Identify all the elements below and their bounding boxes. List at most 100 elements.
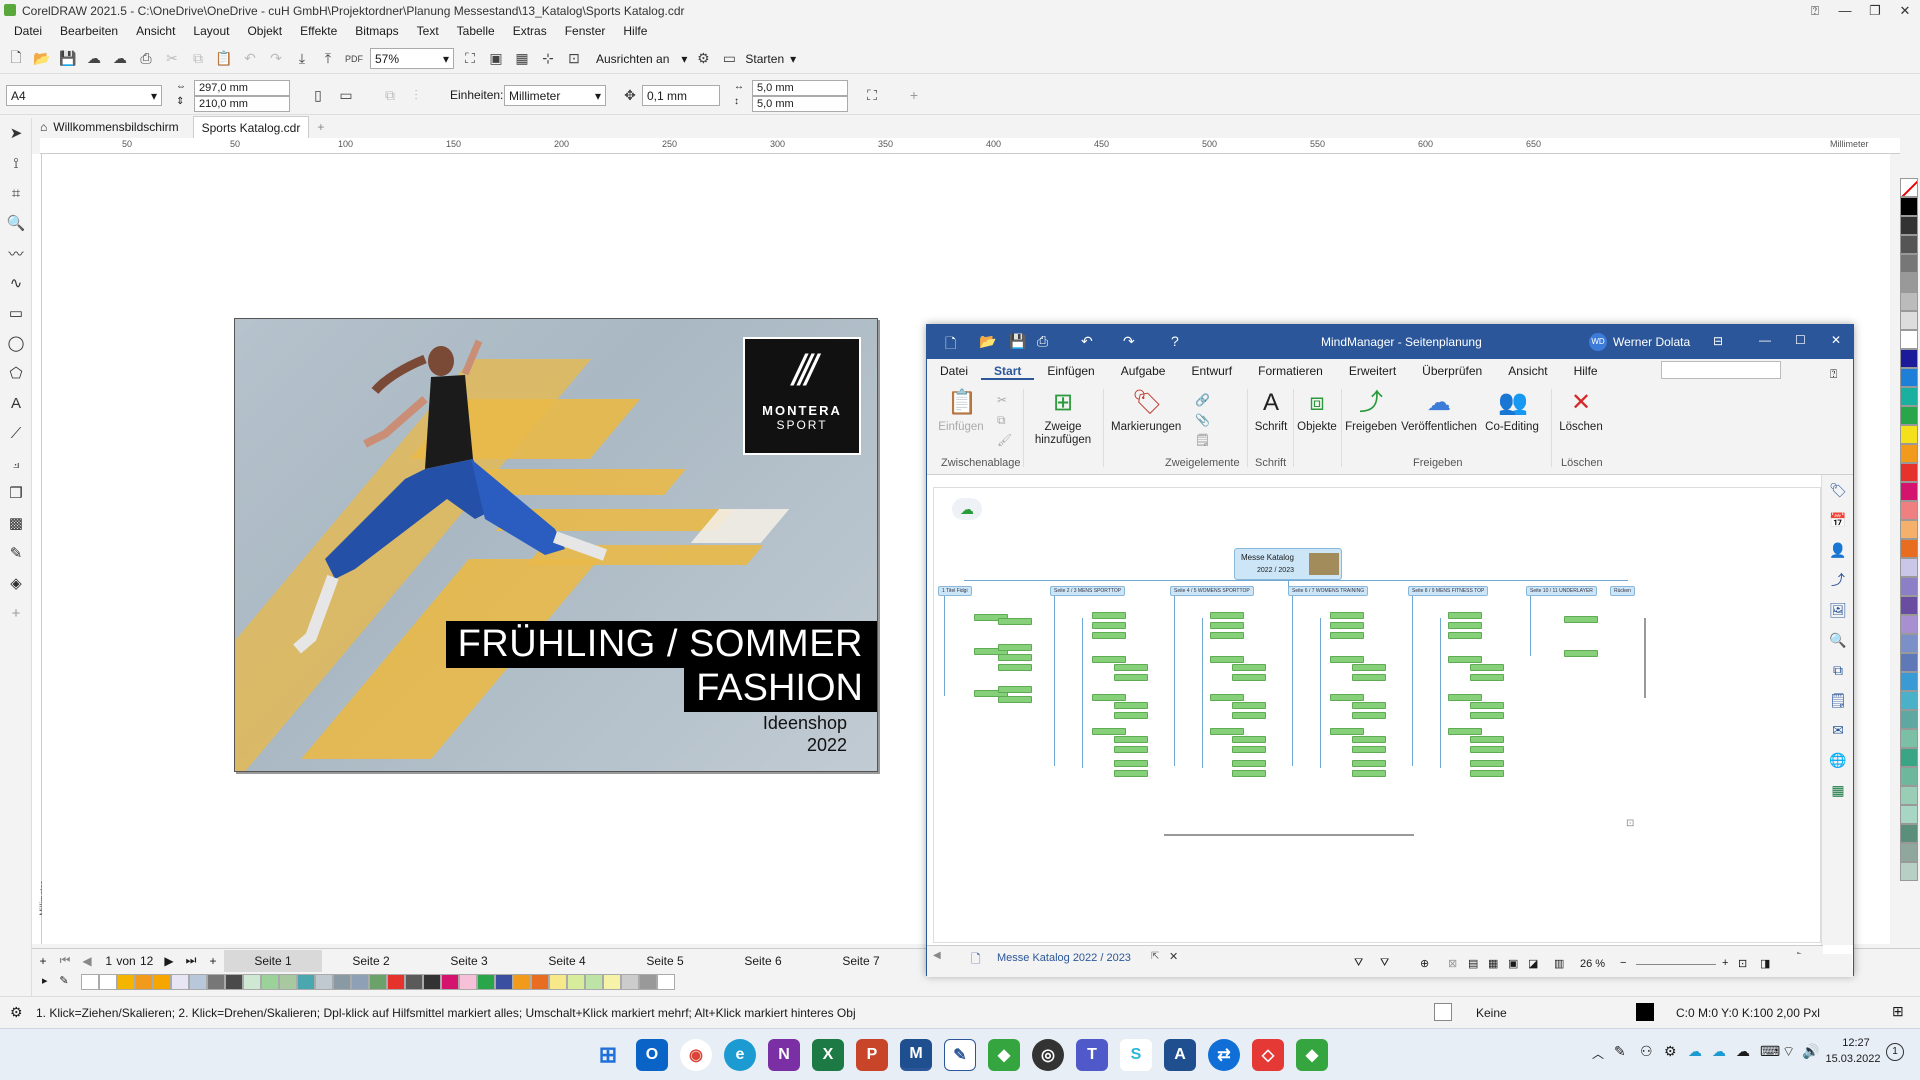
color-swatch[interactable] <box>1900 425 1918 444</box>
cloud-tray-icon[interactable]: ☁ <box>1736 1043 1750 1060</box>
resources-pane-icon[interactable]: 👤 <box>1822 535 1854 565</box>
color-swatch[interactable] <box>1900 254 1918 273</box>
tab-aufgabe[interactable]: Aufgabe <box>1108 359 1179 378</box>
annotate-taskbar-icon[interactable]: ✎ <box>944 1039 976 1071</box>
color-swatch[interactable] <box>1900 824 1918 843</box>
pen-tray-icon[interactable]: ✎ <box>1614 1043 1626 1060</box>
guidelines-icon[interactable]: ⊹ <box>538 49 558 69</box>
ellipse-tool-icon[interactable]: ◯ <box>0 328 32 358</box>
vertical-scrollbar[interactable] <box>1644 618 1646 698</box>
paste-button[interactable]: 📋 Einfügen <box>937 389 985 434</box>
edge-taskbar-icon[interactable]: e <box>724 1039 756 1071</box>
color-swatch[interactable] <box>1900 349 1918 368</box>
color-swatch[interactable] <box>1900 558 1918 577</box>
color-swatch[interactable] <box>1900 691 1918 710</box>
color-swatch[interactable] <box>1900 786 1918 805</box>
zoom-out-icon[interactable]: − <box>1620 957 1626 969</box>
page-tab-6[interactable]: Seite 6 <box>714 950 812 972</box>
palette-menu-icon[interactable]: ▸ <box>42 974 56 987</box>
page-tab-1[interactable]: Seite 1 <box>224 949 322 972</box>
menu-bitmaps[interactable]: Bitmaps <box>346 20 407 38</box>
color-swatch[interactable] <box>638 974 657 990</box>
mindmanager-window[interactable]: 🗋 📂 💾 ⎙ ↶ ↷ ? MindManager - Seitenplanun… <box>926 324 1854 977</box>
units-select[interactable]: Millimeter ▾ <box>504 85 606 106</box>
color-swatch[interactable] <box>1900 672 1918 691</box>
menu-ansicht[interactable]: Ansicht <box>127 20 184 38</box>
color-swatch[interactable] <box>422 974 441 990</box>
ribbon-display-icon[interactable]: ⊟ <box>1713 334 1723 348</box>
color-swatch[interactable] <box>224 974 243 990</box>
link-icon[interactable]: 🔗 <box>1195 393 1210 407</box>
color-swatch[interactable] <box>1900 520 1918 539</box>
open-folder-icon[interactable]: 📂 <box>979 333 996 350</box>
horizontal-scrollbar[interactable] <box>1164 834 1414 836</box>
color-swatch[interactable] <box>1900 596 1918 615</box>
tab-einfuegen[interactable]: Einfügen <box>1034 359 1107 378</box>
help-icon[interactable]: ? <box>1171 333 1179 349</box>
tab-erweitert[interactable]: Erweitert <box>1336 359 1409 378</box>
user-name[interactable]: Werner Dolata <box>1613 335 1690 349</box>
full-screen-icon[interactable]: ▣ <box>486 49 506 69</box>
crop-tool-icon[interactable]: ⌗ <box>0 178 32 208</box>
prev-page-icon[interactable]: ◀ <box>76 954 98 968</box>
color-swatch[interactable] <box>188 974 207 990</box>
no-color-swatch[interactable] <box>1900 178 1918 197</box>
landscape-icon[interactable]: ▭ <box>336 85 356 105</box>
filter-icon[interactable]: ⛛ <box>1354 957 1363 970</box>
share-button[interactable]: ⤴ Freigeben <box>1345 389 1397 434</box>
color-swatch[interactable] <box>1900 463 1918 482</box>
next-page-icon[interactable]: ▶ <box>158 954 180 968</box>
portrait-icon[interactable]: ▯ <box>308 85 328 105</box>
excel-taskbar-icon[interactable]: X <box>812 1039 844 1071</box>
color-swatch[interactable] <box>1900 653 1918 672</box>
delete-button[interactable]: ✕ Löschen <box>1557 389 1605 434</box>
calendar-pane-icon[interactable]: 📅 <box>1822 505 1854 535</box>
color-swatch[interactable] <box>116 974 135 990</box>
copy-icon[interactable]: ⧉ <box>188 49 208 69</box>
menu-layout[interactable]: Layout <box>184 20 238 38</box>
duplicate-x-input[interactable]: 5,0 mm <box>752 80 848 96</box>
color-swatch[interactable] <box>1900 843 1918 862</box>
branch-topic[interactable]: Rücken <box>1610 586 1635 596</box>
page-tab-4[interactable]: Seite 4 <box>518 950 616 972</box>
copy-icon[interactable]: ⧉ <box>997 413 1006 428</box>
settings-gear-icon[interactable]: ⚙ <box>10 1004 23 1021</box>
color-swatch[interactable] <box>1900 767 1918 786</box>
share-pane-icon[interactable]: ⤴ <box>1822 565 1854 595</box>
zoom-tool-icon[interactable]: 🔍 <box>0 208 32 238</box>
note-icon[interactable]: 🗒 <box>1195 433 1210 447</box>
zoom-slider[interactable] <box>1636 964 1716 965</box>
fill-none-icon[interactable] <box>1434 1003 1452 1021</box>
color-swatch[interactable] <box>1900 729 1918 748</box>
outline-view-icon[interactable]: ▤ <box>1468 957 1478 970</box>
menu-extras[interactable]: Extras <box>504 20 556 38</box>
color-swatch[interactable] <box>404 974 423 990</box>
redo-icon[interactable]: ↷ <box>1123 333 1135 350</box>
dimension-tool-icon[interactable]: ⟋ <box>0 418 32 448</box>
tab-entwurf[interactable]: Entwurf <box>1178 359 1245 378</box>
color-swatch[interactable] <box>278 974 297 990</box>
vertical-ruler[interactable]: Millimeter <box>32 154 48 944</box>
clock-time[interactable]: 12:27 <box>1828 1037 1884 1049</box>
maximize-button[interactable]: ☐ <box>1795 333 1806 347</box>
color-swatch[interactable] <box>1900 634 1918 653</box>
teams-tray-icon[interactable]: ⚇ <box>1640 1043 1653 1060</box>
user-avatar[interactable]: WD <box>1589 333 1607 351</box>
page-tab-2[interactable]: Seite 2 <box>322 950 420 972</box>
color-swatch[interactable] <box>1900 444 1918 463</box>
tab-formatieren[interactable]: Formatieren <box>1245 359 1336 378</box>
color-swatch[interactable] <box>440 974 459 990</box>
minimize-button[interactable]: — <box>1759 333 1771 347</box>
launch-dropdown[interactable]: Starten <box>745 52 784 66</box>
horizontal-ruler[interactable]: 50 50 100 150 200 250 300 350 400 450 50… <box>40 138 1900 154</box>
doc-tab-messe-katalog[interactable]: Messe Katalog 2022 / 2023 <box>997 952 1131 964</box>
clock-date[interactable]: 15.03.2022 <box>1818 1053 1888 1065</box>
color-swatch[interactable] <box>1900 862 1918 881</box>
color-swatch[interactable] <box>476 974 495 990</box>
color-swatch[interactable] <box>170 974 189 990</box>
attachment-icon[interactable]: 📎 <box>1195 413 1210 427</box>
onenote-taskbar-icon[interactable]: N <box>768 1039 800 1071</box>
page-tab-3[interactable]: Seite 3 <box>420 950 518 972</box>
windows-start-icon[interactable]: ⊞ <box>592 1039 624 1071</box>
save-icon[interactable]: 💾 <box>1009 333 1026 350</box>
